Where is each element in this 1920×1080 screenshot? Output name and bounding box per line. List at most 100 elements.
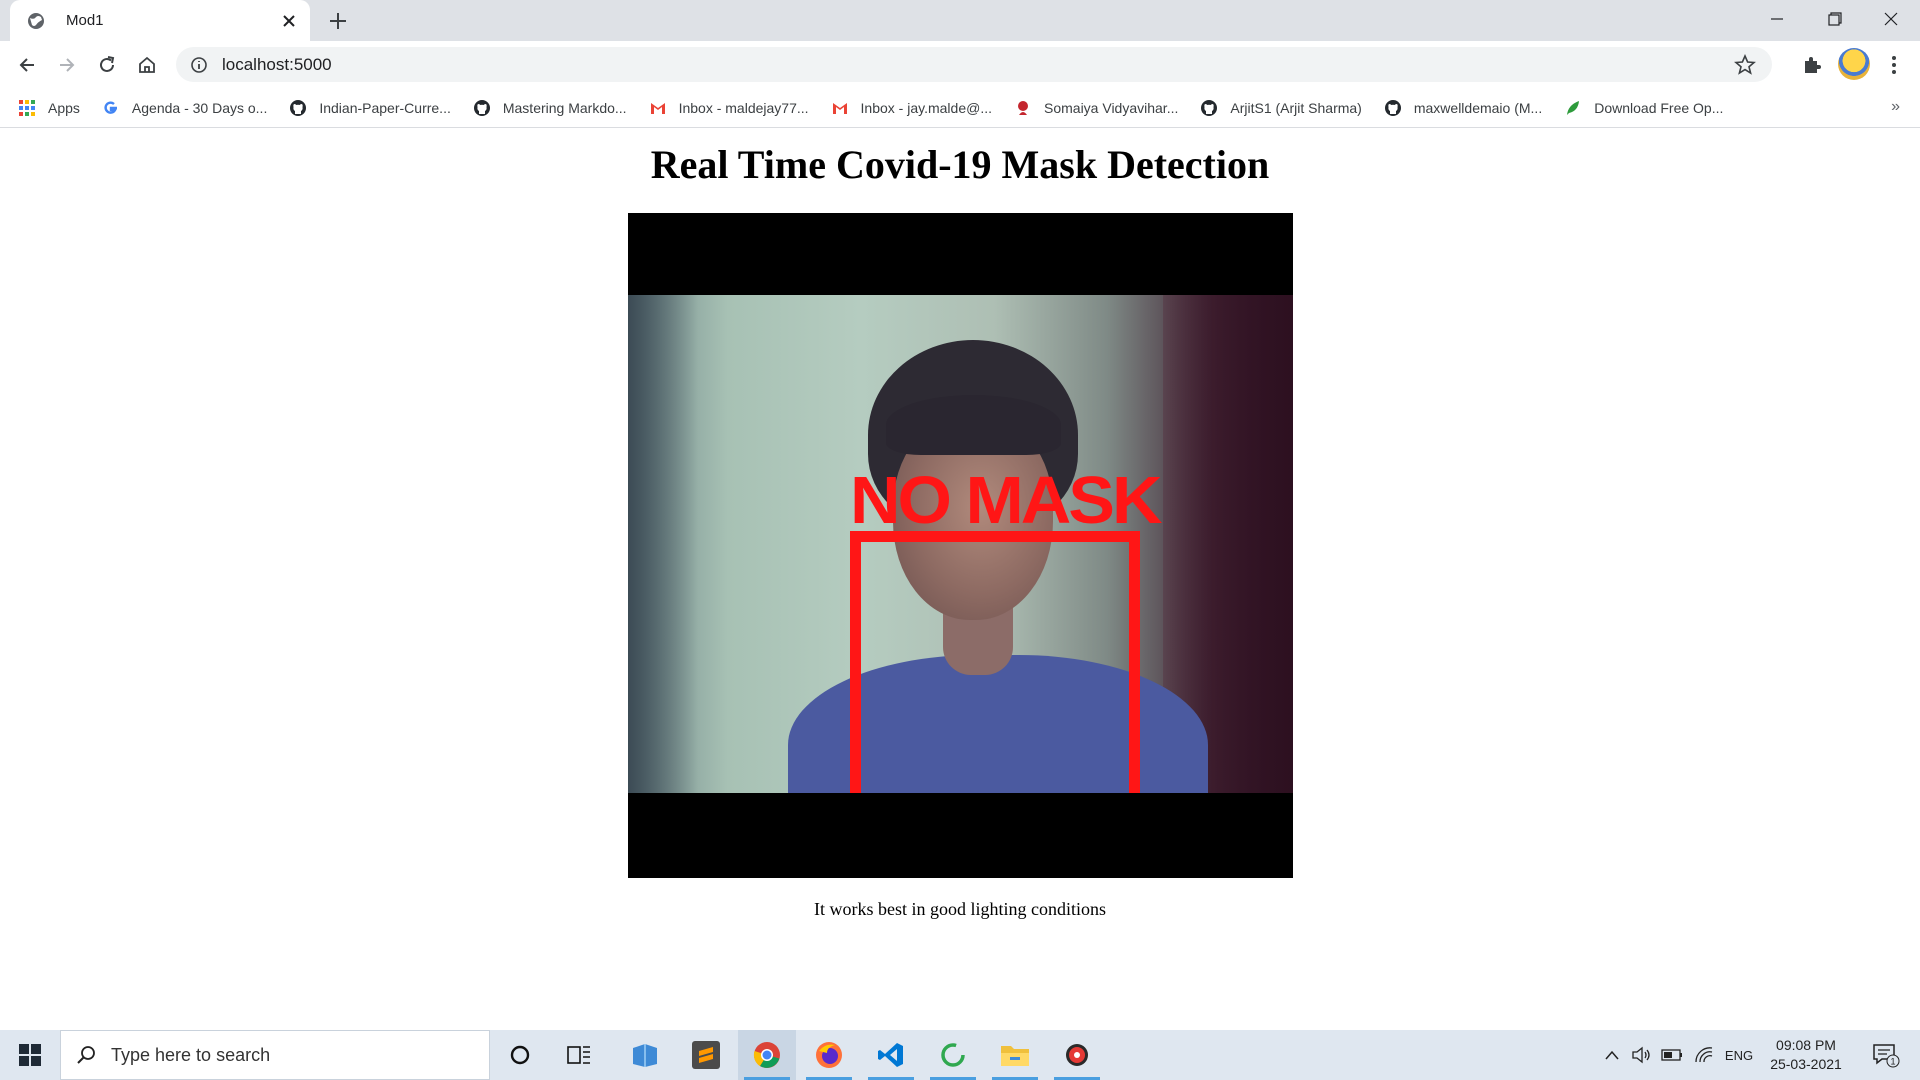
bookmarks-overflow-button[interactable]: » xyxy=(1891,98,1900,116)
restore-icon xyxy=(1828,12,1842,26)
language-indicator[interactable]: ENG xyxy=(1722,1030,1756,1080)
gmail-icon xyxy=(650,102,665,114)
taskbar-app-vscode[interactable] xyxy=(862,1030,920,1080)
taskbar-app-firefox[interactable] xyxy=(800,1030,858,1080)
bookmark-mastering-markdown[interactable]: Mastering Markdo... xyxy=(473,99,627,117)
taskbar-clock[interactable]: 09:08 PM 25-03-2021 xyxy=(1760,1036,1852,1074)
bookmark-star-icon[interactable] xyxy=(1734,54,1756,76)
chrome-menu-button[interactable] xyxy=(1880,51,1908,79)
github-icon xyxy=(1384,99,1401,116)
file-explorer-icon xyxy=(1001,1046,1029,1066)
globe-icon xyxy=(28,12,44,29)
taskbar-app-red-app[interactable] xyxy=(1048,1030,1106,1080)
bookmark-label: Inbox - jay.malde@... xyxy=(860,99,992,116)
taskbar-app-spinner[interactable] xyxy=(924,1030,982,1080)
show-hidden-icons-button[interactable] xyxy=(1600,1030,1624,1080)
profile-avatar[interactable] xyxy=(1838,48,1870,80)
browser-tab-active[interactable]: Mod1 xyxy=(10,0,310,41)
taskbar-app-explorer-alt[interactable] xyxy=(616,1030,674,1080)
web-page: Real Time Covid-19 Mask Detection NO MAS… xyxy=(0,129,1920,1030)
windows-logo-icon xyxy=(19,1044,41,1066)
volume-button[interactable] xyxy=(1628,1030,1654,1080)
person-fringe xyxy=(886,395,1061,455)
minimize-button[interactable] xyxy=(1748,0,1806,38)
webcam-frame: NO MASK xyxy=(628,295,1293,793)
chevron-up-icon xyxy=(1605,1050,1619,1060)
cortana-button[interactable] xyxy=(491,1030,549,1080)
bookmark-agenda[interactable]: Agenda - 30 Days o... xyxy=(102,99,267,117)
search-placeholder: Type here to search xyxy=(111,1044,271,1065)
bookmark-label: Somaiya Vidyavihar... xyxy=(1044,99,1179,116)
taskbar-app-sublime[interactable] xyxy=(677,1030,735,1080)
chrome-icon xyxy=(753,1042,780,1068)
puzzle-icon xyxy=(1805,57,1821,73)
taskbar-app-file-explorer[interactable] xyxy=(986,1030,1044,1080)
reload-button[interactable] xyxy=(91,49,123,81)
clock-date: 25-03-2021 xyxy=(1770,1056,1842,1072)
info-icon[interactable] xyxy=(190,56,208,74)
bookmark-apps[interactable]: Apps xyxy=(18,99,80,117)
action-center-button[interactable]: 1 xyxy=(1866,1030,1906,1080)
bookmark-label: Mastering Markdo... xyxy=(502,99,627,116)
bookmark-label: Indian-Paper-Curre... xyxy=(319,99,451,116)
back-button[interactable] xyxy=(11,49,43,81)
url-text[interactable]: localhost:5000 xyxy=(222,55,332,75)
bookmark-somaiya[interactable]: Somaiya Vidyavihar... xyxy=(1014,99,1178,117)
home-button[interactable] xyxy=(131,49,163,81)
task-view-icon xyxy=(567,1046,590,1064)
battery-button[interactable] xyxy=(1658,1030,1686,1080)
red-gear-app-icon xyxy=(1066,1044,1088,1066)
arrow-left-icon xyxy=(19,58,34,72)
search-icon xyxy=(77,1046,95,1064)
taskbar-search-box[interactable]: Type here to search xyxy=(60,1030,490,1080)
bookmark-arjits1[interactable]: ArjitS1 (Arjit Sharma) xyxy=(1200,99,1362,117)
cortana-circle-icon xyxy=(510,1045,530,1065)
bookmark-label: Agenda - 30 Days o... xyxy=(131,99,268,116)
new-tab-icon[interactable] xyxy=(326,9,350,33)
bookmark-download-free[interactable]: Download Free Op... xyxy=(1564,99,1723,117)
more-vertical-icon xyxy=(1892,56,1896,74)
start-button[interactable] xyxy=(0,1030,60,1080)
browser-tabstrip: Mod1 xyxy=(0,0,1920,41)
background-shadow xyxy=(628,295,698,793)
restore-button[interactable] xyxy=(1806,0,1864,38)
detection-box xyxy=(850,531,1140,793)
bookmark-indian-paper-currency[interactable]: Indian-Paper-Curre... xyxy=(289,99,451,117)
minimize-icon xyxy=(1771,18,1783,20)
gmail-icon xyxy=(832,102,847,114)
close-tab-icon[interactable] xyxy=(280,12,298,30)
taskbar-app-chrome[interactable] xyxy=(738,1030,796,1080)
bookmarks-bar: Apps Agenda - 30 Days o... Indian-Paper-… xyxy=(0,88,1920,128)
bookmark-label: maxwelldemaio (M... xyxy=(1413,99,1543,116)
close-window-button[interactable] xyxy=(1862,0,1920,38)
network-button[interactable] xyxy=(1690,1030,1718,1080)
extensions-button[interactable] xyxy=(1798,51,1826,79)
close-icon xyxy=(1884,12,1898,26)
video-feed: NO MASK xyxy=(628,213,1293,878)
firefox-icon xyxy=(816,1042,842,1068)
bookmark-inbox-maldejay[interactable]: Inbox - maldejay77... xyxy=(649,99,809,117)
battery-icon xyxy=(1661,1049,1682,1061)
bookmark-maxwelldemaio[interactable]: maxwelldemaio (M... xyxy=(1384,99,1542,117)
arrow-right-icon xyxy=(60,58,75,72)
bookmark-label: Apps xyxy=(48,99,80,116)
notification-icon: 1 xyxy=(1873,1044,1900,1068)
windows-taskbar: Type here to search ENG 09:08 PM 25-03-2… xyxy=(0,1030,1920,1080)
apps-grid-icon xyxy=(19,99,35,116)
leaf-icon xyxy=(1567,100,1580,115)
circular-arrow-icon xyxy=(941,1043,965,1067)
speaker-icon xyxy=(1632,1046,1650,1064)
folder-blue-icon xyxy=(633,1044,657,1067)
address-bar[interactable]: localhost:5000 xyxy=(176,47,1772,82)
sublime-text-icon xyxy=(692,1041,720,1069)
github-icon xyxy=(290,99,307,116)
tab-title: Mod1 xyxy=(66,12,104,29)
task-view-button[interactable] xyxy=(550,1030,608,1080)
forward-button[interactable] xyxy=(51,49,83,81)
bookmark-inbox-jay-malde[interactable]: Inbox - jay.malde@... xyxy=(831,99,992,117)
home-icon xyxy=(139,56,155,73)
wifi-icon xyxy=(1695,1047,1713,1063)
reload-icon xyxy=(100,56,115,72)
bookmark-label: Download Free Op... xyxy=(1594,99,1724,116)
lighting-caption: It works best in good lighting condition… xyxy=(814,899,1106,919)
